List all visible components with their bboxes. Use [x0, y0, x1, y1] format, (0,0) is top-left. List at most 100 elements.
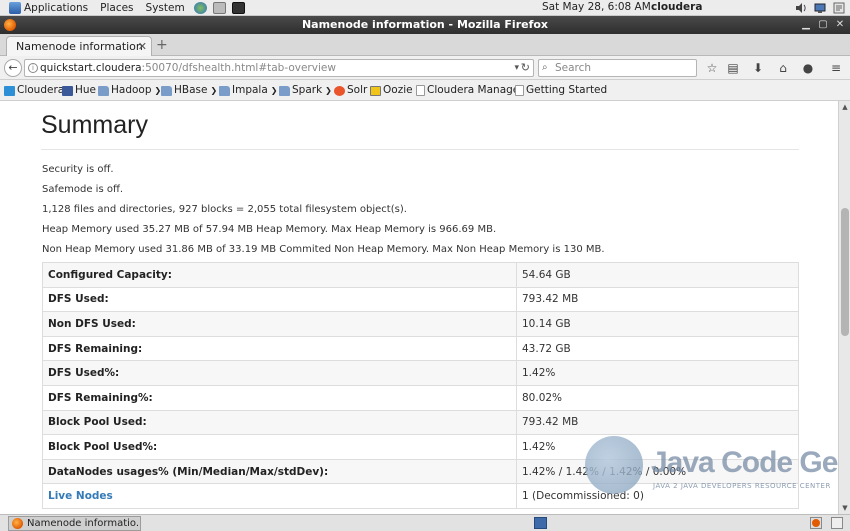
table-row: Live Nodes 1 (Decommissioned: 0): [42, 483, 799, 509]
hamburger-menu-icon[interactable]: ≡: [829, 60, 843, 76]
bookmark-hue[interactable]: Hue: [62, 83, 96, 98]
title-divider: [41, 149, 799, 150]
bottom-taskbar: Namenode informatio...: [0, 514, 850, 531]
workspace-switcher[interactable]: [534, 517, 547, 529]
browser-launcher-icon[interactable]: [193, 1, 207, 14]
chevron-down-icon: ❯: [270, 86, 278, 95]
bookmark-oozie[interactable]: Oozie: [370, 83, 413, 98]
non-heap-memory: Non Heap Memory used 31.86 MB of 33.19 M…: [42, 244, 605, 255]
network-icon[interactable]: [814, 2, 826, 14]
bookmark-label: Cloudera: [17, 84, 65, 96]
row-value: 10.14 GB: [516, 311, 799, 337]
minimize-button[interactable]: ▁: [800, 19, 812, 31]
table-row: DFS Used: 793.42 MB: [42, 286, 799, 313]
folder-icon: [219, 85, 230, 96]
table-row: DFS Remaining: 43.72 GB: [42, 335, 799, 362]
bookmark-label: Cloudera Manager: [427, 84, 524, 96]
bookmark-folder-spark[interactable]: Spark ❯: [279, 83, 332, 98]
bookmark-getting-started[interactable]: Getting Started: [515, 83, 607, 98]
url-host: quickstart.cloudera: [40, 62, 142, 74]
search-input[interactable]: ⌕ Search: [538, 59, 697, 77]
places-menu[interactable]: Places: [94, 2, 139, 14]
heap-memory: Heap Memory used 35.27 MB of 57.94 MB He…: [42, 224, 497, 235]
bookmarks-toolbar: Cloudera Hue Hadoop ❯ HBase ❯ Impala ❯ Spar…: [0, 80, 850, 101]
bookmark-cloudera[interactable]: Cloudera: [4, 83, 64, 98]
notification-icon[interactable]: [833, 2, 845, 14]
solr-icon: [334, 85, 345, 96]
bookmark-folder-hadoop[interactable]: Hadoop ❯: [98, 83, 161, 98]
search-placeholder: Search: [555, 62, 592, 74]
bookmark-folder-impala[interactable]: Impala ❯: [219, 83, 277, 98]
row-value: 1.42%: [516, 434, 799, 460]
row-key: Block Pool Used%:: [42, 434, 517, 460]
downloads-icon[interactable]: ⬇: [751, 60, 765, 76]
top-panel: Applications Places System Sat May 28, 6…: [0, 0, 850, 16]
clock[interactable]: Sat May 28, 6:08 AM: [542, 1, 651, 13]
row-value: 793.42 MB: [516, 409, 799, 436]
user-menu[interactable]: cloudera: [651, 1, 702, 13]
volume-icon[interactable]: [795, 2, 807, 14]
terminal-launcher-icon[interactable]: [231, 1, 245, 14]
system-menu[interactable]: System: [140, 2, 191, 14]
firefox-taskbar-icon[interactable]: [810, 517, 822, 529]
live-nodes-link[interactable]: Live Nodes: [48, 490, 113, 502]
table-row: DataNodes usages% (Min/Median/Max/stdDev…: [42, 458, 799, 485]
row-value: 793.42 MB: [516, 286, 799, 313]
table-row: Block Pool Used%: 1.42%: [42, 434, 799, 460]
bookmark-label: Oozie: [383, 84, 413, 96]
scroll-up-icon[interactable]: ▲: [839, 101, 850, 113]
scrollbar-thumb[interactable]: [841, 208, 849, 336]
maximize-button[interactable]: ▢: [817, 19, 829, 31]
chat-icon[interactable]: ●: [801, 60, 815, 76]
close-tab-icon[interactable]: ✕: [138, 37, 147, 57]
url-bar[interactable]: i quickstart.cloudera:50070/dfshealth.ht…: [24, 59, 534, 77]
folder-icon: [279, 85, 290, 96]
back-button[interactable]: ←: [4, 59, 22, 77]
chevron-down-icon: ❯: [325, 86, 332, 95]
oozie-icon: [370, 85, 381, 96]
row-value: 54.64 GB: [516, 262, 799, 288]
table-row: Non DFS Used: 10.14 GB: [42, 311, 799, 337]
bookmarks-menu-icon[interactable]: ▤: [726, 60, 740, 76]
table-row: Configured Capacity: 54.64 GB: [42, 262, 799, 288]
window-title-bar[interactable]: Namenode information - Mozilla Firefox ▁…: [0, 16, 850, 34]
bookmark-cloudera-manager[interactable]: Cloudera Manager: [416, 83, 524, 98]
row-value: 43.72 GB: [516, 335, 799, 362]
bookmark-star-icon[interactable]: ☆: [705, 60, 719, 76]
table-row: DFS Remaining%: 80.02%: [42, 384, 799, 411]
table-row: DFS Used%: 1.42%: [42, 360, 799, 386]
home-icon[interactable]: ⌂: [776, 60, 790, 76]
vertical-scrollbar[interactable]: ▲ ▼: [838, 101, 850, 514]
show-desktop-icon[interactable]: [831, 517, 843, 529]
taskbar-window-button[interactable]: Namenode informatio...: [8, 516, 141, 531]
table-row: Block Pool Used: 793.42 MB: [42, 409, 799, 436]
bookmark-solr[interactable]: Solr: [334, 83, 367, 98]
page-viewport: Summary Security is off. Safemode is off…: [0, 101, 838, 514]
mail-launcher-icon[interactable]: [212, 1, 226, 14]
hue-icon: [62, 85, 73, 96]
bookmark-label: Getting Started: [526, 84, 608, 96]
tab-namenode-information[interactable]: Namenode information ✕: [6, 36, 152, 57]
row-value: 80.02%: [516, 384, 799, 411]
bookmark-folder-hbase[interactable]: HBase ❯: [161, 83, 217, 98]
live-nodes-cell: Live Nodes: [42, 483, 517, 509]
folder-icon: [98, 85, 109, 96]
new-tab-icon[interactable]: +: [156, 37, 168, 53]
site-info-icon[interactable]: i: [28, 63, 38, 73]
scroll-down-icon[interactable]: ▼: [839, 502, 850, 514]
applications-icon: [9, 1, 21, 14]
close-window-button[interactable]: ✕: [834, 19, 846, 31]
applications-menu-label: Applications: [24, 1, 89, 14]
tab-label: Namenode information: [16, 40, 143, 53]
reload-icon[interactable]: ↻: [521, 60, 530, 76]
safemode-status: Safemode is off.: [42, 184, 124, 195]
url-path: :50070/dfshealth.html#tab-overview: [141, 62, 336, 74]
row-value: 1.42% / 1.42% / 1.42% / 0.00%: [516, 458, 799, 485]
places-menu-label: Places: [100, 1, 134, 14]
applications-menu[interactable]: Applications: [0, 1, 94, 14]
tab-strip: Namenode information ✕ +: [0, 34, 850, 57]
taskbar-window-label: Namenode informatio...: [27, 518, 141, 529]
row-key: DFS Used%:: [42, 360, 517, 386]
url-dropdown-icon[interactable]: ▾: [514, 60, 519, 76]
page-title: Summary: [41, 111, 148, 139]
